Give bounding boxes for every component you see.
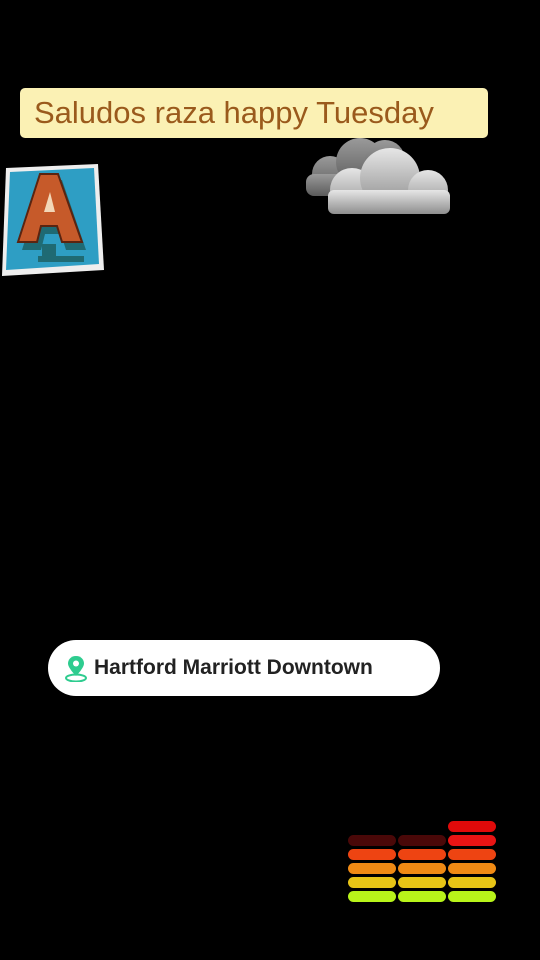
equalizer-segment <box>348 877 396 888</box>
equalizer-segment <box>448 891 496 902</box>
equalizer-segment <box>448 849 496 860</box>
equalizer-segment <box>398 877 446 888</box>
location-name: Hartford Marriott Downtown <box>94 656 373 679</box>
equalizer-segment <box>398 835 446 846</box>
letter-a-sticker-icon[interactable] <box>0 162 106 278</box>
caption-text: Saludos raza happy Tuesday <box>34 95 434 130</box>
equalizer-segment <box>348 835 396 846</box>
equalizer-segment <box>398 849 446 860</box>
equalizer-segment <box>448 877 496 888</box>
audio-equalizer-icon[interactable] <box>348 812 500 902</box>
location-sticker[interactable]: Hartford Marriott Downtown <box>48 640 440 696</box>
equalizer-segment <box>348 863 396 874</box>
equalizer-segment <box>398 891 446 902</box>
equalizer-segment <box>398 863 446 874</box>
caption-banner[interactable]: Saludos raza happy Tuesday <box>20 88 488 138</box>
equalizer-segment <box>448 863 496 874</box>
location-pin-icon <box>65 656 87 682</box>
equalizer-segment <box>448 835 496 846</box>
equalizer-segment <box>348 891 396 902</box>
equalizer-segment <box>348 849 396 860</box>
cloud-icon[interactable] <box>300 134 456 220</box>
equalizer-segment <box>448 821 496 832</box>
